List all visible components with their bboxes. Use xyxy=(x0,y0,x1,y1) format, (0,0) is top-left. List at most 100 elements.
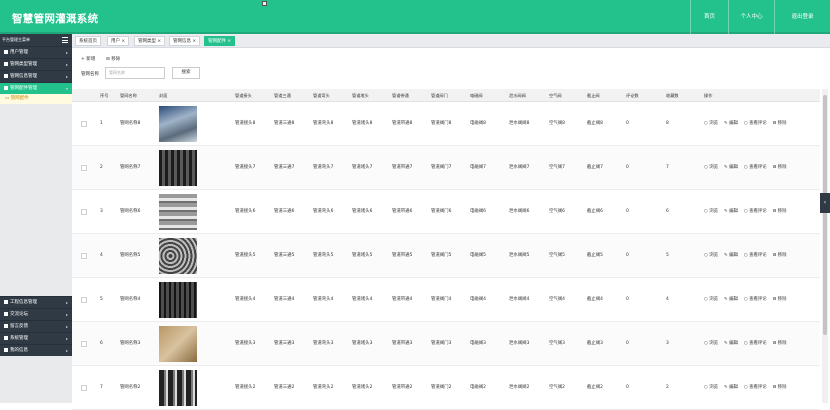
cell-favs: 7 xyxy=(666,165,669,170)
sidebar-item-pipe-parts[interactable]: 管网配件管理 ▾ xyxy=(0,82,72,94)
sidebar-subitem-pipe-parts[interactable]: ▭ 管网配件 xyxy=(0,94,72,104)
doc-icon xyxy=(4,347,8,352)
cover-thumbnail xyxy=(159,370,197,406)
cell-c5: 管道带通8 xyxy=(392,121,413,126)
cell-c7: 电磁阀4 xyxy=(470,297,486,302)
cell-no: 1 xyxy=(100,121,103,126)
sidebar-item-pipe-type[interactable]: 管网类型管理 ▸ xyxy=(0,58,72,70)
tab-home[interactable]: 系统首页 xyxy=(75,36,101,46)
vertical-scrollbar[interactable] xyxy=(822,89,828,403)
edit-button[interactable]: ✎ 编辑 xyxy=(724,297,738,302)
cell-c9: 空气阀3 xyxy=(549,341,565,346)
row-checkbox[interactable] xyxy=(81,121,87,127)
cell-c3: 管道弯头5 xyxy=(313,253,334,258)
row-checkbox[interactable] xyxy=(81,165,87,171)
sidebar-item-label: 用户管理 xyxy=(10,50,28,55)
chevron-right-icon: ▸ xyxy=(65,348,68,353)
view-comments-button[interactable]: ○ 查看评论 xyxy=(744,341,767,346)
view-button[interactable]: ○ 浏览 xyxy=(704,385,718,390)
view-comments-button[interactable]: ○ 查看评论 xyxy=(744,297,767,302)
row-checkbox[interactable] xyxy=(81,385,87,391)
cell-favs: 6 xyxy=(666,209,669,214)
view-comments-button[interactable]: ○ 查看评论 xyxy=(744,209,767,214)
cell-c10: 截止阀3 xyxy=(587,341,603,346)
sidebar-item-feedback[interactable]: 留言反馈 ▸ xyxy=(0,320,72,332)
nav-home[interactable]: 首页 xyxy=(690,0,728,34)
edit-button[interactable]: ✎ 编辑 xyxy=(724,341,738,346)
view-comments-button[interactable]: ○ 查看评论 xyxy=(744,165,767,170)
view-comments-button[interactable]: ○ 查看评论 xyxy=(744,253,767,258)
view-button[interactable]: ○ 浏览 xyxy=(704,341,718,346)
cell-name: 管网名称2 xyxy=(120,385,141,390)
sidebar-item-pipe-info[interactable]: 管网信息管理 ▸ xyxy=(0,70,72,82)
cell-c5: 管道带通7 xyxy=(392,165,413,170)
delete-button[interactable]: ⊟ 移除 xyxy=(773,209,787,214)
cell-c2: 管道三通6 xyxy=(274,209,295,214)
nav-profile[interactable]: 个人中心 xyxy=(728,0,774,34)
cell-c9: 空气阀5 xyxy=(549,253,565,258)
sidebar-item-projects[interactable]: 工程信息管理 ▸ xyxy=(0,296,72,308)
cell-c8: 泄水阀阀5 xyxy=(509,253,530,258)
row-actions: ○ 浏览 ✎ 编辑 ○ 查看评论 ⊟ 移除 xyxy=(704,190,793,234)
delete-button[interactable]: ⊟ 移除 xyxy=(773,341,787,346)
delete-button[interactable]: ⊟ 移除 xyxy=(773,385,787,390)
cell-c4: 管道堵头3 xyxy=(352,341,373,346)
view-button[interactable]: ○ 浏览 xyxy=(704,165,718,170)
edit-button[interactable]: ✎ 编辑 xyxy=(724,121,738,126)
row-checkbox[interactable] xyxy=(81,253,87,259)
sidebar-item-my-info[interactable]: 我的信息 ▸ xyxy=(0,344,72,356)
remove-button[interactable]: ⊟ 移除 xyxy=(106,56,120,62)
sidebar-item-system[interactable]: 系统管理 ▸ xyxy=(0,332,72,344)
add-button[interactable]: + 新增 xyxy=(81,56,95,62)
row-checkbox[interactable] xyxy=(81,341,87,347)
header-ops: 操作 xyxy=(704,93,713,98)
scrollbar-thumb[interactable] xyxy=(823,95,827,335)
view-button[interactable]: ○ 浏览 xyxy=(704,121,718,126)
cell-c4: 管道堵头7 xyxy=(352,165,373,170)
cell-c8: 泄水阀阀7 xyxy=(509,165,530,170)
table-header: 序号 管网名称 封面 管道接头 管道三通 管道弯头 管道堵头 管道带通 管道阀门… xyxy=(72,89,820,102)
delete-button[interactable]: ⊟ 移除 xyxy=(773,165,787,170)
grid-icon xyxy=(4,61,8,66)
header-c7: 电磁阀 xyxy=(470,93,483,98)
view-button[interactable]: ○ 浏览 xyxy=(704,209,718,214)
cell-c7: 电磁阀7 xyxy=(470,165,486,170)
view-button[interactable]: ○ 浏览 xyxy=(704,297,718,302)
delete-button[interactable]: ⊟ 移除 xyxy=(773,253,787,258)
table-row: 6 管网名称3 管道接头3 管道三通3 管道弯头3 管道堵头3 管道带通3 管道阀门3 电磁阀3… xyxy=(72,322,820,366)
edit-button[interactable]: ✎ 编辑 xyxy=(724,385,738,390)
send-icon xyxy=(4,335,8,340)
header-c8: 泄水阀阀 xyxy=(509,93,526,98)
sidebar-item-label: 留言反馈 xyxy=(10,324,28,329)
nav-logout[interactable]: 退出登录 xyxy=(774,0,830,34)
sidebar-item-users[interactable]: 用户管理 ▸ xyxy=(0,46,72,58)
cell-c8: 泄水阀阀8 xyxy=(509,121,530,126)
tab-pipe-parts[interactable]: 管网配件 × xyxy=(204,36,236,46)
cell-c5: 管道带通5 xyxy=(392,253,413,258)
hamburger-menu-icon[interactable] xyxy=(62,37,68,43)
edit-button[interactable]: ✎ 编辑 xyxy=(724,165,738,170)
cell-c5: 管道带通3 xyxy=(392,341,413,346)
row-checkbox[interactable] xyxy=(81,297,87,303)
view-button[interactable]: ○ 浏览 xyxy=(704,253,718,258)
header-no: 序号 xyxy=(100,93,109,98)
delete-button[interactable]: ⊟ 移除 xyxy=(773,121,787,126)
tab-pipe-info[interactable]: 管网信息 × xyxy=(169,36,201,46)
tab-pipe-type[interactable]: 管网类型 × xyxy=(134,36,166,46)
search-input[interactable]: 管网名称 xyxy=(105,67,165,79)
table-row: 1 管网名称8 管道接头8 管道三通8 管道弯头8 管道堵头8 管道带通8 管道阀门8 电磁阀8… xyxy=(72,102,820,146)
table-row: 5 管网名称4 管道接头4 管道三通4 管道弯头4 管道堵头4 管道带通4 管道阀门4 电磁阀4… xyxy=(72,278,820,322)
delete-button[interactable]: ⊟ 移除 xyxy=(773,297,787,302)
sidebar-item-label: 管网类型管理 xyxy=(10,62,37,67)
search-button[interactable]: 搜索 xyxy=(172,67,200,79)
cell-c4: 管道堵头8 xyxy=(352,121,373,126)
edit-button[interactable]: ✎ 编辑 xyxy=(724,209,738,214)
edit-button[interactable]: ✎ 编辑 xyxy=(724,253,738,258)
tab-users[interactable]: 用户 × xyxy=(107,36,130,46)
view-comments-button[interactable]: ○ 查看评论 xyxy=(744,385,767,390)
row-checkbox[interactable] xyxy=(81,209,87,215)
view-comments-button[interactable]: ○ 查看评论 xyxy=(744,121,767,126)
chevron-left-icon[interactable]: ‹ xyxy=(820,193,830,213)
top-header: 智慧管网灌溉系统 首页 个人中心 退出登录 xyxy=(0,0,830,34)
sidebar-item-forum[interactable]: 交流论坛 ▸ xyxy=(0,308,72,320)
